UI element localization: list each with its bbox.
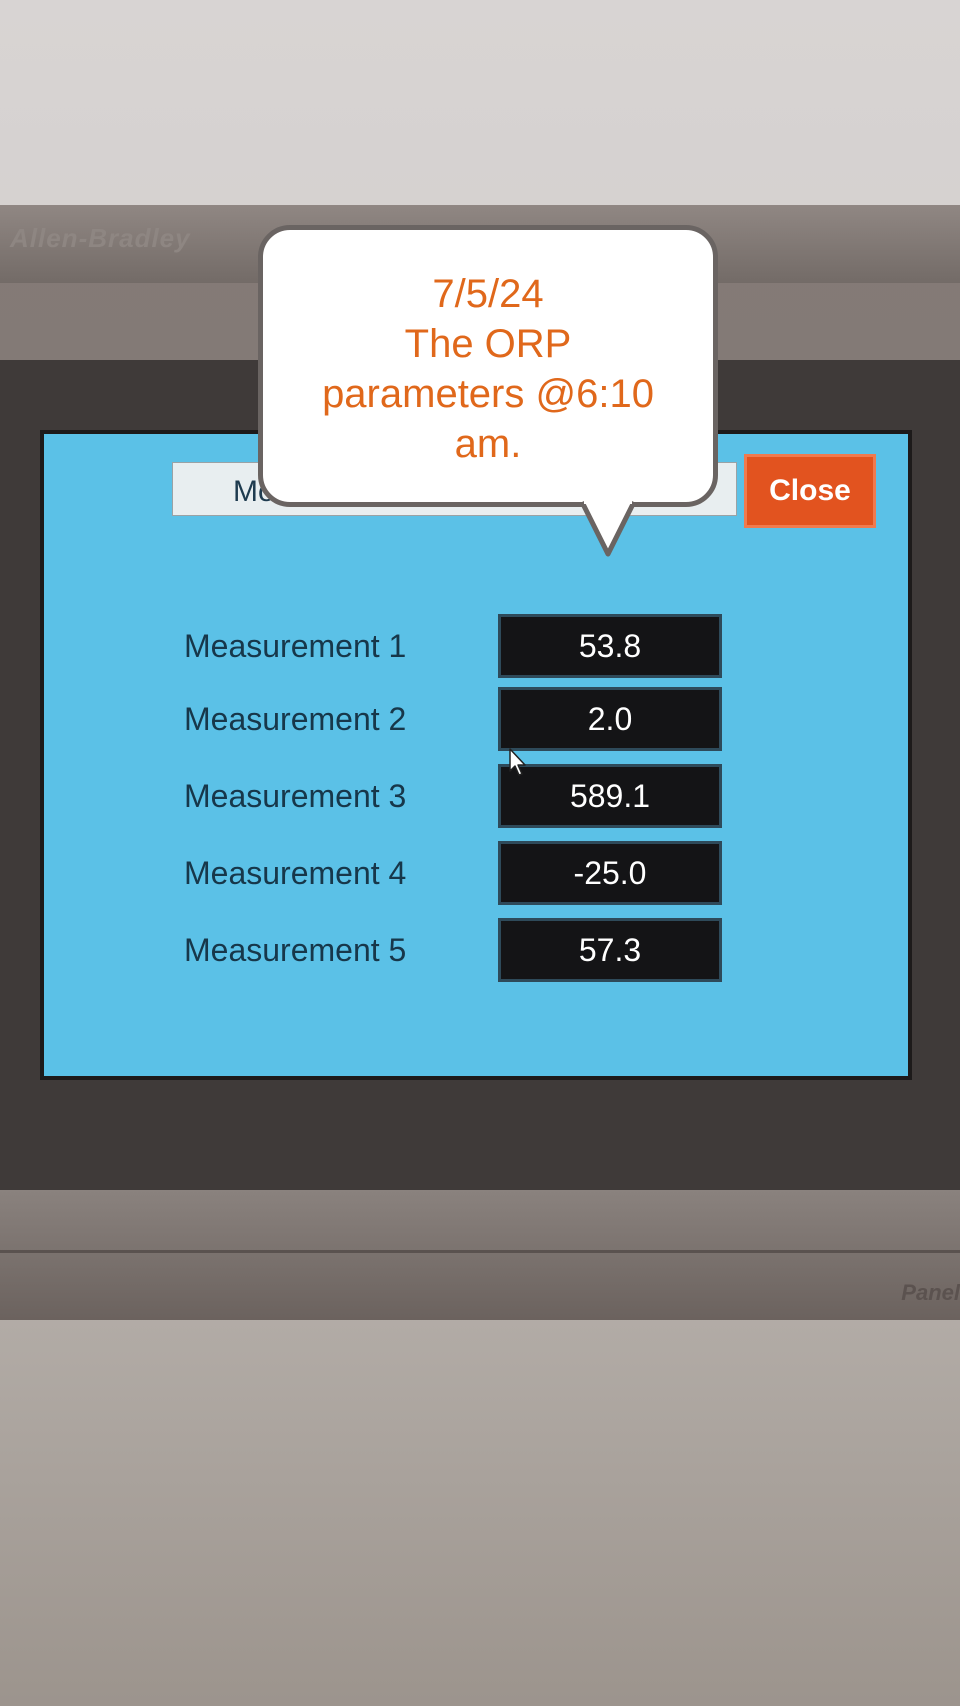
annotation-line-4: am. [454, 422, 522, 466]
measurement-label: Measurement 2 [184, 701, 407, 737]
close-button[interactable]: Close [744, 454, 876, 528]
mouse-pointer-icon [509, 748, 526, 776]
annotation-line-3: parameters @6:10 [322, 372, 654, 416]
measurement-row-3: Measurement 3 589.1 [184, 764, 722, 828]
measurement-label: Measurement 4 [184, 855, 407, 891]
annotation-date: 7/5/24 [432, 272, 544, 316]
measurement-label: Measurement 1 [184, 628, 407, 664]
measurement-label: Measurement 5 [184, 932, 407, 968]
annotation-line-2: The ORP [404, 322, 572, 366]
measurement-value-field[interactable]: 53.8 [498, 614, 722, 678]
hmi-screen: Mo Close Measurement 1 53.8 Measurement … [40, 430, 912, 1080]
annotation-callout: 7/5/24 The ORP parameters @6:10 am. [258, 225, 718, 507]
measurement-row-4: Measurement 4 -25.0 [184, 841, 722, 905]
panel-groove [0, 1250, 960, 1253]
measurement-row-5: Measurement 5 57.3 [184, 918, 722, 982]
brand-logo: Allen-Bradley [10, 223, 191, 253]
measurement-label: Measurement 3 [184, 778, 407, 814]
product-logo: Panel [901, 1280, 960, 1305]
measurement-value-field[interactable]: 2.0 [498, 687, 722, 751]
measurement-value-field[interactable]: 589.1 [498, 764, 722, 828]
measurement-value-field[interactable]: -25.0 [498, 841, 722, 905]
measurement-row-2: Measurement 2 2.0 [184, 687, 722, 751]
callout-pointer [580, 500, 637, 557]
device-lower-panel [0, 1190, 960, 1320]
measurement-row-1: Measurement 1 53.8 [184, 614, 722, 678]
measurement-value-field[interactable]: 57.3 [498, 918, 722, 982]
